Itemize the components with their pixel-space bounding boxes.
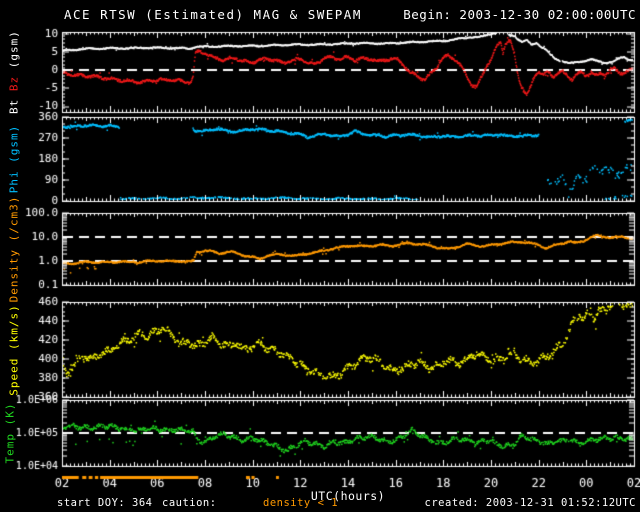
ylabel-part: (gsm) [7,30,21,76]
ylabel-density: Density (/cm3) [8,196,21,303]
plot-canvas [0,0,640,512]
ylabel-part: Bt [7,91,21,114]
footer-created-timestamp: created: 2003-12-31 01:52:12UTC [424,497,636,509]
ylabel-temp: Temp (K) [4,403,17,464]
ylabel-mag: Bt Bz (gsm) [8,30,21,114]
footer-caution-note: density < 1 [263,497,339,509]
ylabel-part: Speed (km/s) [7,303,21,396]
ylabel-phi: Phi (gsm) [8,125,21,194]
ylabel-part: Bz [7,75,21,92]
footer-start-doy: start DOY: 364 [57,497,153,509]
ylabel-part: Temp (K) [3,402,17,464]
ylabel-speed: Speed (km/s) [8,304,21,395]
footer-caution-label: caution: [162,497,217,509]
ylabel-part: Phi (gsm) [7,124,21,194]
page-title: ACE RTSW (Estimated) MAG & SWEPAM [64,7,362,22]
ace-rtsw-plot: ACE RTSW (Estimated) MAG & SWEPAM Begin:… [0,0,640,512]
begin-timestamp: Begin: 2003-12-30 02:00:00UTC [403,7,636,22]
ylabel-part: Density (/cm3) [7,195,21,303]
